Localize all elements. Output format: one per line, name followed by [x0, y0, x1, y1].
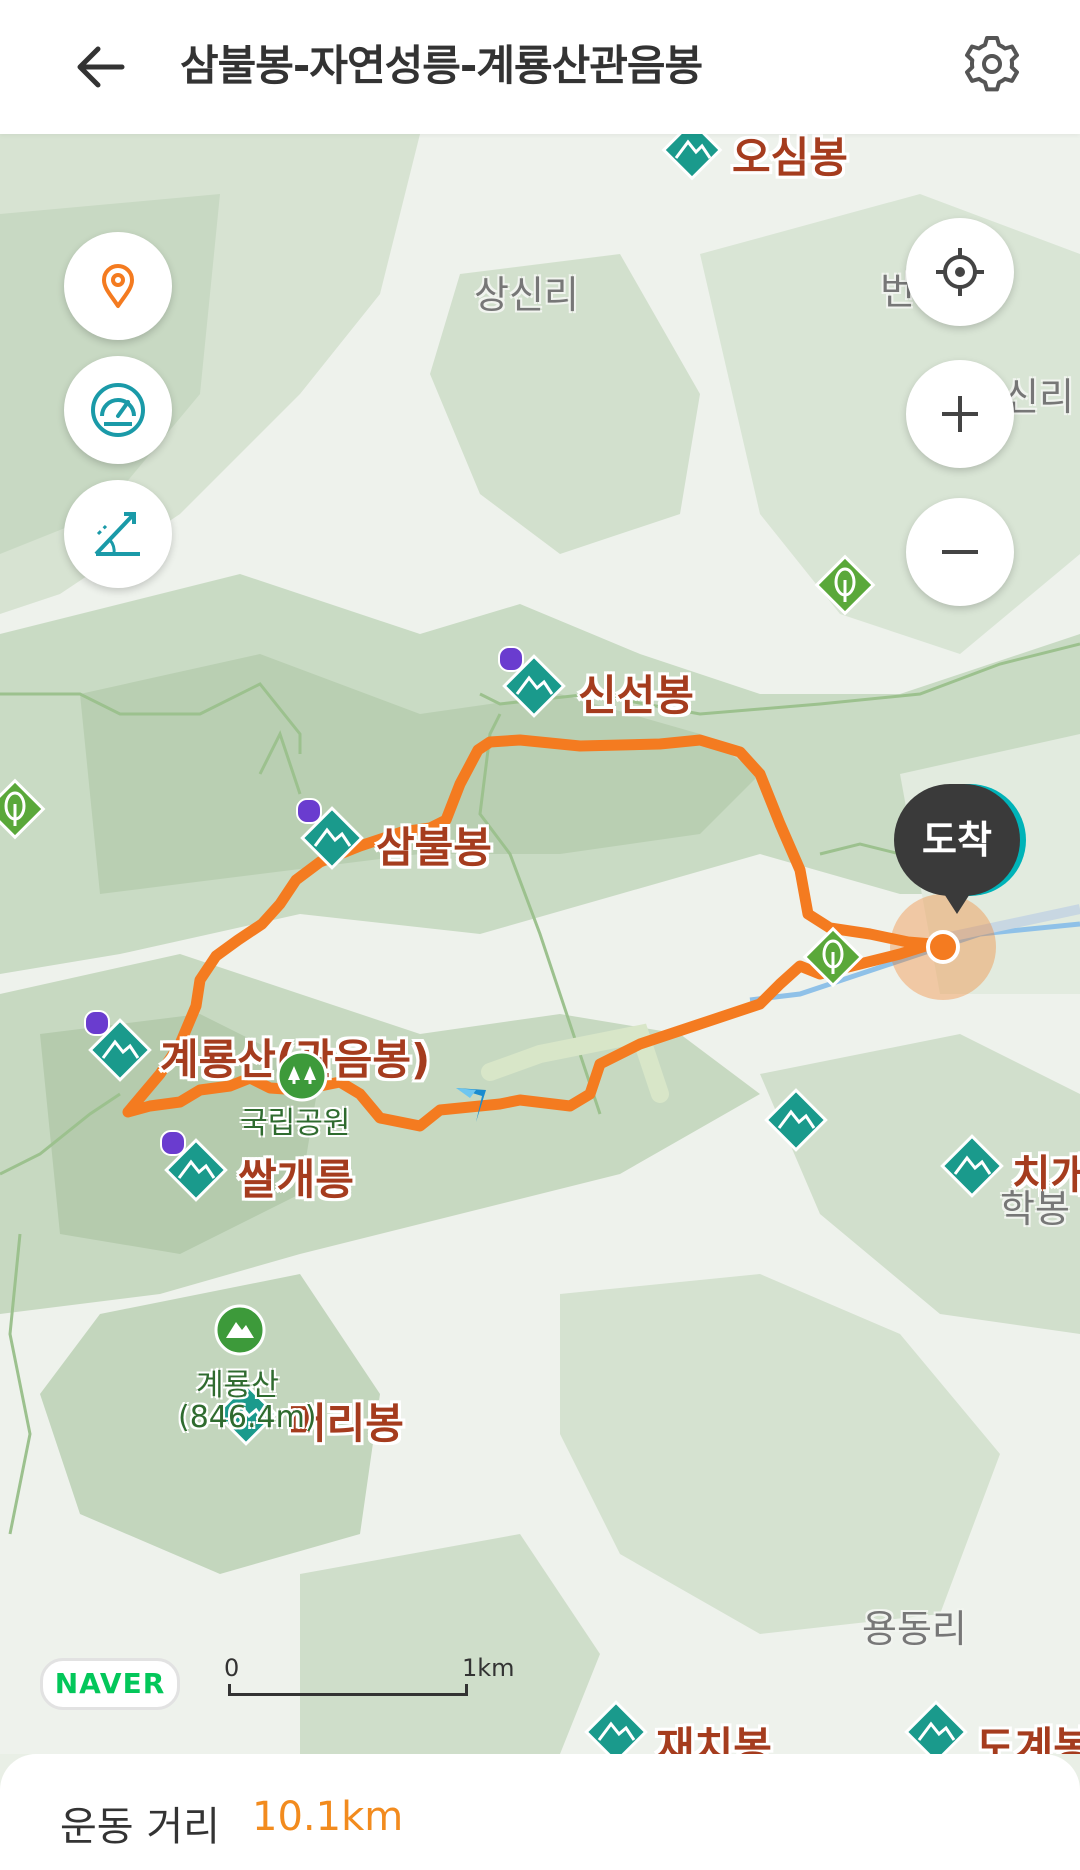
crosshair-icon: [936, 248, 984, 296]
slope-button[interactable]: [64, 480, 172, 588]
badge-icon: [84, 1010, 110, 1036]
national-park-icon[interactable]: [276, 1050, 328, 1102]
mountain-summit-icon[interactable]: [214, 1304, 266, 1356]
peak-icon: [658, 134, 726, 184]
naver-logo: NAVER: [40, 1658, 180, 1710]
slope-icon: [94, 512, 140, 556]
village-label: 신리: [1004, 375, 1074, 419]
peak-icon: [580, 1696, 652, 1754]
zoom-out-icon: [942, 550, 978, 554]
peak-label: 쌀개릉: [238, 1155, 354, 1204]
zoom-in-button[interactable]: [906, 360, 1014, 468]
speedometer-button[interactable]: [64, 356, 172, 464]
peak-icon: [936, 1130, 1008, 1202]
location-pin-button[interactable]: [64, 232, 172, 340]
village-label: 상신리: [474, 273, 579, 317]
destination-dot: [926, 930, 960, 964]
map-view[interactable]: 오심봉 신선봉 삼불봉 계룡산(관음봉) 쌀개릉 머리봉: [0, 134, 1080, 1754]
badge-icon: [498, 646, 524, 672]
peak-label: 삼불봉: [376, 823, 492, 872]
scale-line: [228, 1684, 468, 1696]
scale-end: 1km: [462, 1654, 515, 1682]
peak-label: 신선봉: [578, 671, 694, 720]
peak-icon: [760, 1084, 832, 1156]
peak-label: 도계봉: [976, 1723, 1080, 1754]
speedometer-icon: [91, 383, 145, 437]
summary-sheet[interactable]: 운동 거리 10.1km: [0, 1754, 1080, 1870]
village-label: 학봉: [1000, 1187, 1070, 1231]
distance-label: 운동 거리: [60, 1804, 220, 1850]
forest-icon[interactable]: [0, 774, 50, 844]
summit-name: 계룡산: [196, 1368, 279, 1403]
distance-value: 10.1km: [252, 1794, 404, 1840]
zoom-out-button[interactable]: [906, 498, 1014, 606]
scale-start: 0: [224, 1654, 240, 1682]
back-arrow-icon[interactable]: [70, 35, 134, 99]
current-location-button[interactable]: [906, 218, 1014, 326]
peak-icon: [900, 1696, 972, 1754]
location-pin-icon: [102, 264, 134, 308]
park-label: 국립공원: [240, 1106, 351, 1141]
badge-icon: [296, 798, 322, 824]
badge-icon: [160, 1130, 186, 1156]
destination-label: 도착: [894, 784, 1020, 896]
app-header: 삼불봉-자연성릉-계룡산관음봉: [0, 0, 1080, 134]
destination-pointer: [939, 886, 975, 914]
summit-elevation: (846.4m): [178, 1400, 317, 1435]
forest-icon[interactable]: [810, 550, 880, 620]
peak-label: 재치봉: [656, 1723, 772, 1754]
gear-icon[interactable]: [960, 32, 1024, 96]
destination-marker[interactable]: 도착: [894, 784, 1020, 914]
zoom-in-icon: [942, 396, 978, 432]
scale-bar: 0 1km: [224, 1654, 515, 1700]
forest-icon[interactable]: [798, 922, 868, 992]
peak-label: 오심봉: [732, 134, 848, 182]
village-label: 용동리: [862, 1607, 967, 1651]
page-title: 삼불봉-자연성릉-계룡산관음봉: [180, 41, 703, 90]
